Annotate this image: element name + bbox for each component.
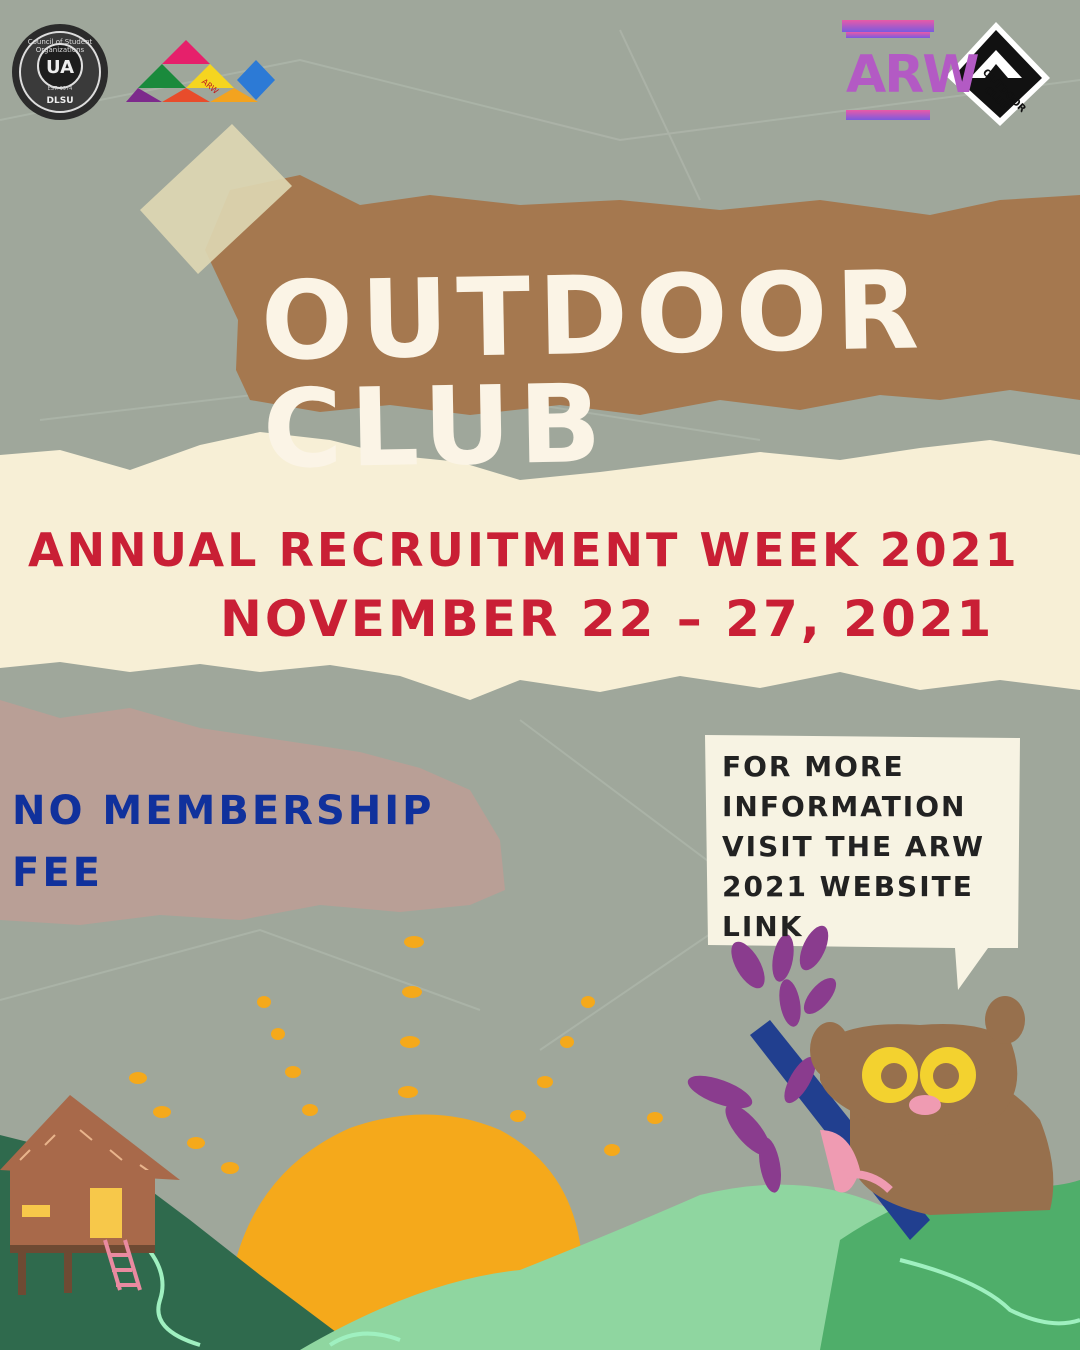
- cso-ring-text: Council of Student Organizations: [27, 38, 93, 54]
- paper-background: UA: [0, 20, 1080, 1350]
- arw-big-text: ARW: [846, 45, 980, 105]
- membership-fee-note: NO MEMBERSHIP FEE: [12, 788, 435, 896]
- page-title: OUTDOOR CLUB: [260, 248, 928, 493]
- event-name: ANNUAL RECRUITMENT WEEK 2021: [28, 523, 1020, 577]
- arw-triangle-logo-icon: [126, 40, 275, 102]
- svg-text:UA: UA: [46, 57, 74, 78]
- event-dates: NOVEMBER 22 – 27, 2021: [220, 590, 995, 648]
- tarsier-icon: [810, 996, 1054, 1215]
- cso-est-text: EST. 1974: [47, 86, 73, 92]
- info-bubble-text: FOR MORE INFORMATION VISIT THE ARW 2021 …: [722, 750, 986, 943]
- poster: UA Council of Student Organizations DLSU…: [0, 0, 1080, 1350]
- cso-bottom-text: DLSU: [46, 96, 74, 106]
